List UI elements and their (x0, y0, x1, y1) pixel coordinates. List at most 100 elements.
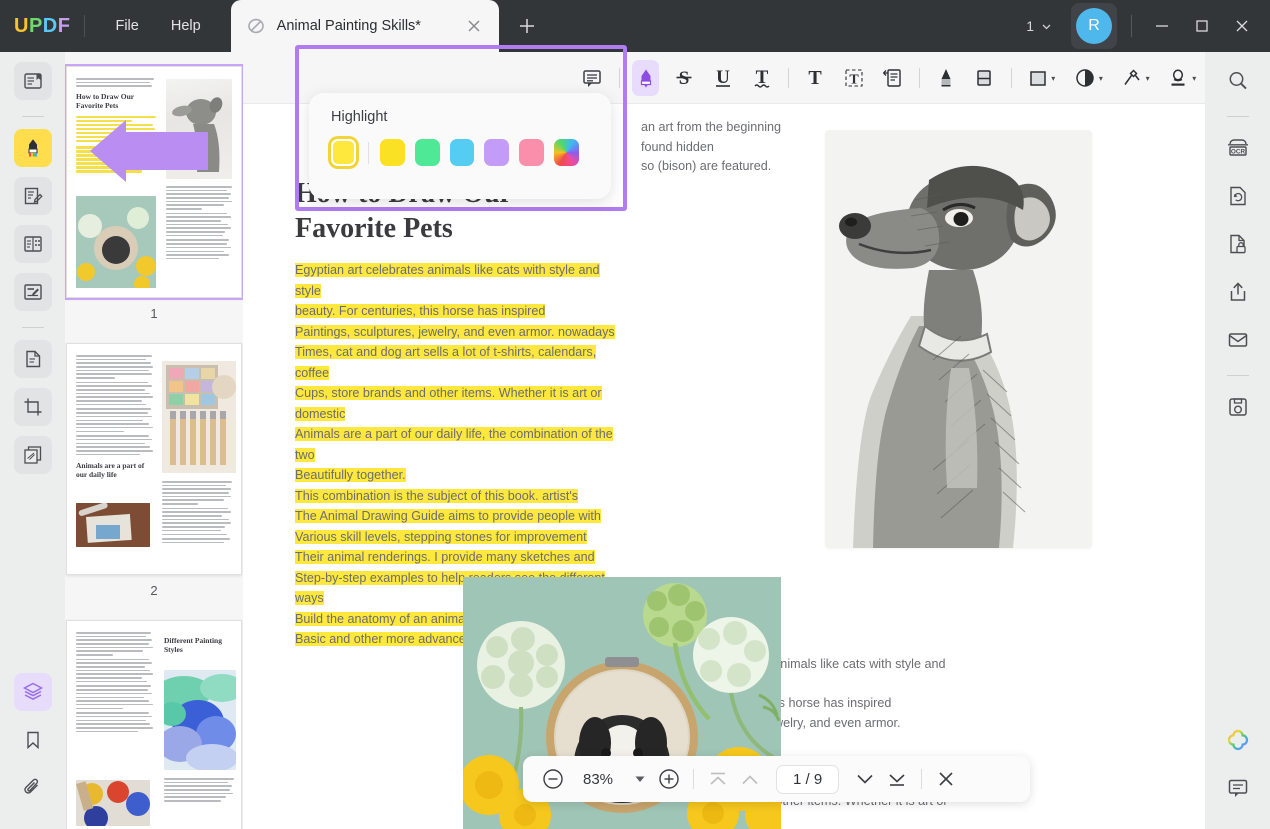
highlighted-line: Times, cat and dog art sells a lot of t-… (295, 345, 597, 380)
chevron-down-icon: ▾ (1051, 73, 1056, 83)
close-pagebar-button[interactable] (930, 763, 962, 795)
swatch-custom-rainbow[interactable] (554, 139, 580, 166)
highlighted-line: Various skill levels, stepping stones fo… (295, 529, 587, 544)
tool-callout[interactable] (879, 60, 906, 96)
last-page-button[interactable] (881, 763, 913, 795)
page-navigation-bar[interactable]: 83% 1 / 9 (523, 756, 1030, 802)
chevron-down-icon (1040, 20, 1053, 33)
zoom-out-button[interactable] (537, 763, 569, 795)
thumbnail-page-3-title: Different Painting Styles (164, 636, 222, 654)
swatch-divider (367, 141, 369, 164)
page-indicator[interactable]: 1 / 9 (776, 764, 840, 794)
right-sidebar: OCR (1205, 52, 1270, 829)
highlighted-line: The Animal Drawing Guide aims to provide… (295, 509, 601, 523)
right-sidebar-divider-2 (1226, 375, 1249, 376)
thumbnail-page-1-number: 1 (150, 306, 158, 321)
tool-ocr[interactable]: OCR (1219, 129, 1257, 167)
document-tab[interactable]: Animal Painting Skills* (230, 0, 499, 52)
chevron-down-icon: ▾ (1145, 73, 1150, 83)
avatar-button[interactable]: R (1071, 3, 1117, 49)
thumbnail-paint-supplies (76, 503, 150, 547)
svg-text:S: S (679, 68, 690, 89)
sidebar-item-attachments[interactable] (14, 769, 52, 807)
menu-file[interactable]: File (99, 12, 154, 40)
tool-protect[interactable] (1219, 225, 1257, 263)
swatch-yellow[interactable] (379, 139, 405, 166)
thumbnail-page-3[interactable]: Different Painting Styles (66, 620, 242, 829)
next-page-button[interactable] (849, 763, 881, 795)
zoom-in-button[interactable] (653, 763, 685, 795)
tool-text-field[interactable]: T (840, 60, 867, 96)
document-slash-icon (245, 15, 267, 37)
swatch-yellow-selected[interactable] (331, 139, 356, 166)
sidebar-item-layers[interactable] (13, 673, 52, 711)
sidebar-item-crop[interactable] (13, 388, 52, 426)
logo-letter-p: P (28, 14, 43, 37)
tool-convert[interactable] (1219, 177, 1257, 215)
tool-save[interactable] (1219, 388, 1257, 426)
app-logo: U P D F (14, 15, 70, 38)
tool-ai-assistant[interactable] (1219, 721, 1257, 759)
swatch-blue[interactable] (449, 139, 475, 166)
zoom-dropdown-button[interactable] (627, 773, 653, 785)
tool-stamp-circle[interactable]: ▾ (1071, 60, 1106, 96)
thumbnail-paint-cans-image (76, 780, 150, 826)
tool-underline[interactable]: U (710, 60, 737, 96)
highlighted-line: beauty. For centuries, this horse has in… (295, 304, 546, 318)
window-count-selector[interactable]: 1 (1018, 12, 1061, 40)
window-close-icon[interactable] (1222, 7, 1262, 45)
maximize-icon[interactable] (1182, 7, 1222, 45)
highlighted-line: Beautifully together. (295, 468, 406, 482)
tool-squiggly[interactable]: T (748, 60, 775, 96)
chevron-down-icon: ▾ (1192, 73, 1197, 83)
highlighted-line: Animals are a part of our daily life, th… (295, 427, 613, 462)
tool-signature[interactable]: ▾ (1164, 60, 1199, 96)
tool-comments-panel[interactable] (1219, 769, 1257, 807)
thumbnail-page-2-title: Animals are a part of our daily life (76, 461, 145, 480)
tool-shapes[interactable]: ▾ (1024, 60, 1059, 96)
logo-letter-d: D (42, 14, 58, 37)
plus-icon[interactable] (515, 14, 539, 38)
tool-email[interactable] (1219, 321, 1257, 359)
tool-share[interactable] (1219, 273, 1257, 311)
tool-pin[interactable]: ▾ (1118, 60, 1153, 96)
sidebar-item-page-organize[interactable] (13, 225, 52, 263)
tab-title: Animal Painting Skills* (276, 18, 421, 34)
sidebar-item-reader[interactable] (13, 62, 52, 100)
minimize-icon[interactable] (1142, 7, 1182, 45)
tool-pencil[interactable] (932, 60, 959, 96)
pagebar-divider-1 (693, 769, 694, 789)
thumbnail-page-2[interactable]: Animals are a part of our daily life (66, 343, 242, 575)
svg-text:U: U (716, 67, 730, 88)
toolbar-divider-1 (618, 68, 620, 88)
tool-strikethrough[interactable]: S (671, 60, 698, 96)
highlight-color-swatches (331, 139, 589, 166)
menu-help[interactable]: Help (155, 12, 217, 40)
sidebar-item-bookmarks[interactable] (14, 721, 52, 759)
zoom-level-label[interactable]: 83% (569, 771, 627, 788)
tool-search[interactable] (1219, 62, 1257, 100)
close-icon[interactable] (463, 15, 485, 37)
purple-pointer-arrow (88, 118, 208, 184)
previous-page-button[interactable] (734, 763, 766, 795)
titlebar-divider (84, 15, 86, 37)
sidebar-item-edit-pdf[interactable] (13, 177, 52, 215)
sidebar-item-comment[interactable] (13, 129, 52, 167)
highlighted-line: Their animal renderings. I provide many … (295, 550, 595, 564)
thumbnail-page-1-title: How to Draw Our Favorite Pets (76, 91, 134, 110)
tool-highlight[interactable] (632, 60, 660, 96)
tool-eraser[interactable] (971, 60, 998, 96)
first-page-button[interactable] (702, 763, 734, 795)
sidebar-item-form[interactable] (13, 273, 52, 311)
swatch-pink[interactable] (519, 139, 545, 166)
window-count-label: 1 (1026, 18, 1034, 34)
swatch-green[interactable] (414, 139, 440, 166)
sidebar-item-convert[interactable] (13, 340, 52, 378)
pagebar-divider-2 (921, 769, 923, 789)
tool-text-box[interactable]: T (802, 60, 829, 96)
svg-text:OCR: OCR (1230, 149, 1245, 156)
sidebar-item-batch[interactable] (13, 436, 52, 474)
highlight-popup[interactable]: Highlight (309, 93, 611, 199)
tool-note[interactable] (579, 60, 606, 96)
swatch-purple[interactable] (484, 139, 510, 166)
